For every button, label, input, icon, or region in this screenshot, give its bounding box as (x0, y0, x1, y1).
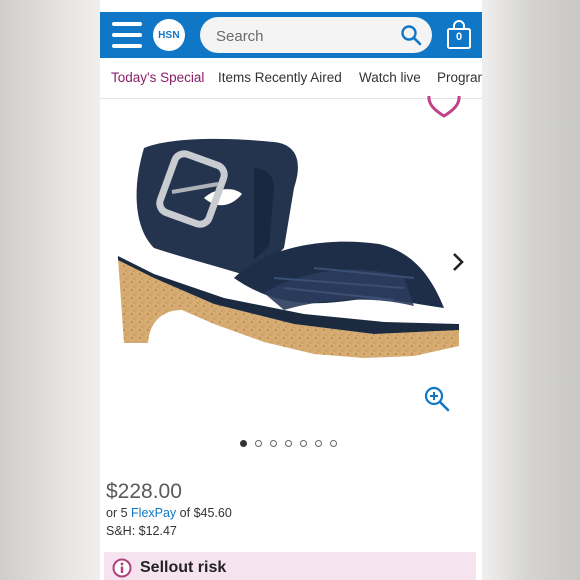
gallery-dot[interactable] (300, 440, 307, 447)
nav-item-watch-live[interactable]: Watch live (359, 70, 421, 85)
gallery-dot[interactable] (285, 440, 292, 447)
phone-screen: HSN 0 Today's Special Items Recently Air… (100, 0, 482, 580)
menu-icon[interactable] (112, 22, 142, 48)
flexpay-offer: or 5 FlexPay of $45.60 (106, 506, 232, 520)
gallery-dot[interactable] (240, 440, 247, 447)
nav-item-items-recently-aired[interactable]: Items Recently Aired (218, 70, 342, 85)
flexpay-link[interactable]: FlexPay (131, 506, 176, 520)
hsn-logo[interactable]: HSN (153, 19, 185, 51)
background-left (0, 0, 100, 580)
search-bar (200, 17, 432, 55)
product-image[interactable] (114, 128, 464, 368)
nav-item-todays-special[interactable]: Today's Special (111, 70, 204, 85)
category-nav: Today's Special Items Recently Aired Wat… (100, 58, 482, 99)
sellout-risk-banner: Sellout risk (104, 552, 476, 580)
heart-icon[interactable] (426, 96, 462, 118)
search-input[interactable] (214, 17, 398, 55)
search-icon[interactable] (400, 24, 422, 46)
shopping-bag-icon[interactable]: 0 (446, 20, 472, 50)
gallery-dot[interactable] (255, 440, 262, 447)
info-icon (112, 558, 132, 578)
gallery-dot[interactable] (315, 440, 322, 447)
sellout-risk-label: Sellout risk (140, 559, 227, 576)
top-bar: HSN 0 (100, 12, 482, 58)
gallery-dot[interactable] (330, 440, 337, 447)
nav-item-programs[interactable]: Programs (437, 70, 482, 85)
shipping-handling: S&H: $12.47 (106, 524, 177, 538)
gallery-dot[interactable] (270, 440, 277, 447)
flexpay-suffix: of $45.60 (179, 506, 232, 520)
flexpay-prefix: or 5 (106, 506, 128, 520)
product-price: $228.00 (106, 480, 182, 503)
zoom-in-icon[interactable] (424, 386, 450, 412)
chevron-right-icon[interactable] (450, 252, 466, 272)
cart-count: 0 (455, 31, 463, 43)
background-right (482, 0, 580, 580)
